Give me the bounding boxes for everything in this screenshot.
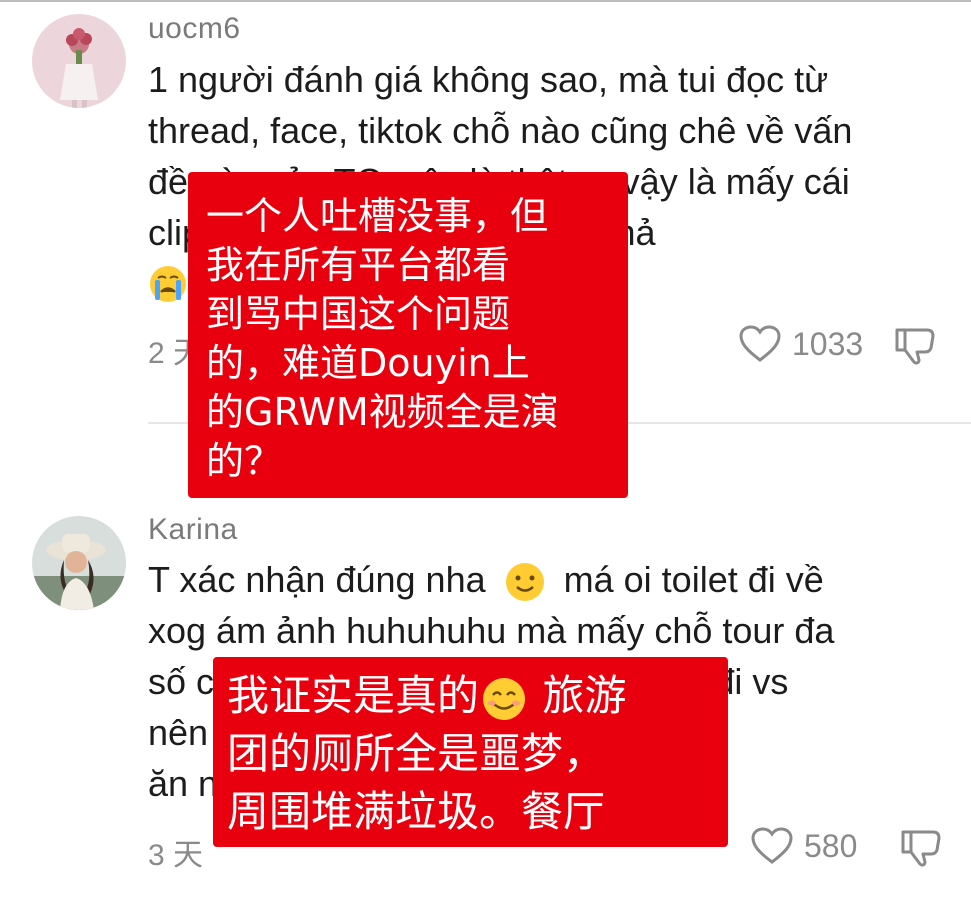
- woman-with-flowers-avatar-icon: [32, 14, 126, 108]
- comment-date: 3 天: [148, 839, 204, 872]
- overlay-line: 的GRWM视频全是演: [206, 390, 559, 434]
- user-avatar[interactable]: [32, 516, 126, 610]
- comment-line-part: T xác nhận đúng nha: [148, 559, 486, 600]
- thumbs-down-icon: [901, 830, 941, 867]
- user-avatar[interactable]: [32, 14, 126, 108]
- overlay-line-part: 旅游: [529, 671, 627, 720]
- overlay-line: 我证实是真的 旅游: [227, 667, 728, 725]
- like-count: 1033: [792, 325, 864, 362]
- comment-line: thread, face, tiktok chỗ nào cũng chê về…: [148, 110, 853, 151]
- comment-line-part: má oi toilet đi về: [563, 559, 824, 600]
- overlay-line: 的，难道Douyin上: [206, 341, 530, 385]
- comment-username[interactable]: uocm6: [148, 12, 241, 46]
- woman-with-hat-avatar-icon: [32, 516, 126, 610]
- comment-line: T xác nhận đúng nha má oi toilet đi về: [148, 554, 948, 605]
- overlay-line: 的？: [206, 439, 283, 483]
- overlay-line: 到骂中国这个问题: [206, 292, 511, 336]
- top-divider: [0, 0, 971, 2]
- translation-overlay: 一个人吐槽没事，但 我在所有平台都看 到骂中国这个问题 的，难道Douyin上 …: [188, 172, 628, 498]
- smiling-emoji-icon: [483, 677, 526, 720]
- smiling-emoji-icon: [505, 563, 544, 602]
- overlay-line-part: 我证实是真的: [227, 671, 480, 720]
- overlay-line: 一个人吐槽没事，但: [206, 194, 549, 238]
- comment-line: 1 người đánh giá không sao, mà tui đọc t…: [148, 59, 829, 100]
- dislike-button[interactable]: [893, 324, 937, 371]
- overlay-line: 周围堆满垃圾。餐厅: [227, 787, 606, 836]
- heart-icon: [739, 325, 781, 362]
- overlay-line: 团的厕所全是噩梦，: [227, 729, 606, 778]
- overlay-line: 我在所有平台都看: [206, 243, 511, 287]
- translation-overlay: 我证实是真的 旅游 团的厕所全是噩梦， 周围堆满垃圾。餐厅 里的厕所也: [213, 657, 728, 894]
- comment-line: xog ám ảnh huhuhuhu mà mấy chỗ tour đa: [148, 610, 835, 651]
- like-button[interactable]: 580: [750, 826, 857, 866]
- comment-username[interactable]: Karina: [148, 513, 238, 547]
- thumbs-down-icon: [895, 328, 935, 365]
- dislike-button[interactable]: [899, 826, 943, 873]
- like-count: 580: [804, 827, 858, 864]
- like-button[interactable]: 1033: [738, 324, 863, 364]
- overlay-line: 里的厕所也: [227, 845, 438, 894]
- heart-icon: [751, 827, 793, 864]
